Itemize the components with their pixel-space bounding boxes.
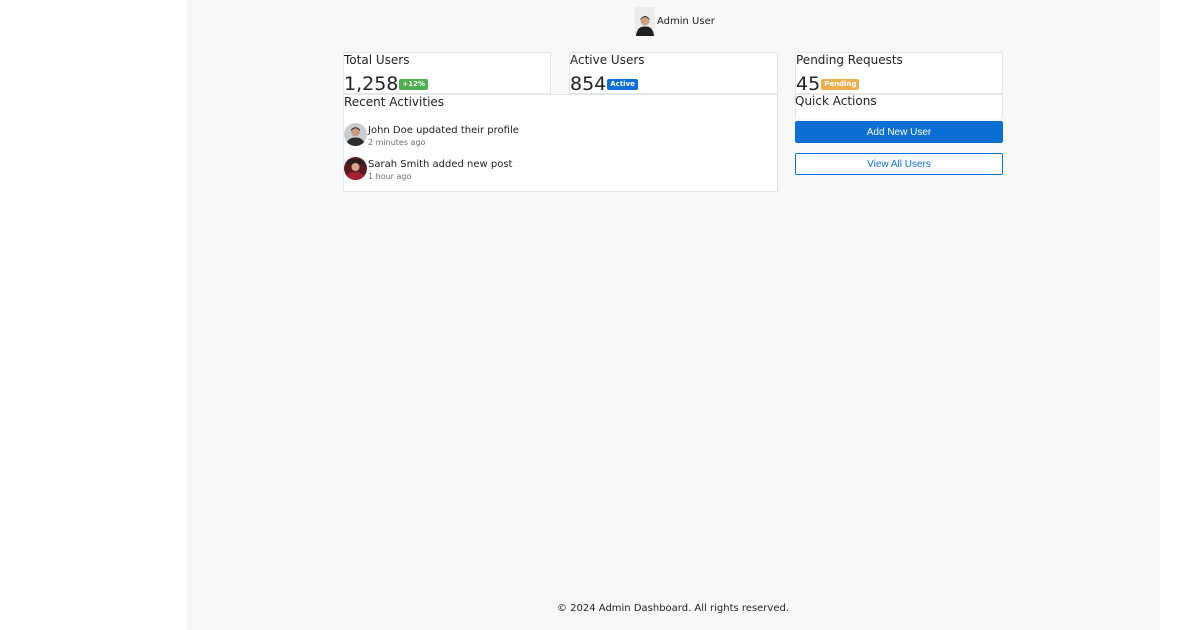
stat-value: 45: [796, 73, 821, 95]
section-title: Recent Activities: [344, 95, 445, 109]
user-avatar-icon: [344, 157, 367, 180]
list-item[interactable]: John Doe updated their profile 2 minutes…: [344, 123, 519, 149]
stat-title: Total Users: [344, 53, 410, 67]
stat-title: Active Users: [570, 53, 645, 67]
recent-activities-card: Recent Activities John Doe updated their…: [343, 94, 778, 192]
user-name: Admin User: [657, 15, 715, 27]
footer: © 2024 Admin Dashboard. All rights reser…: [556, 603, 790, 614]
activity-time: 2 minutes ago: [368, 138, 426, 147]
stat-card-active-users: Active Users 854 Active: [569, 52, 778, 94]
section-title: Quick Actions: [795, 94, 877, 108]
view-all-users-button[interactable]: View All Users: [795, 153, 1003, 175]
avatar: [344, 123, 367, 146]
add-new-user-button[interactable]: Add New User: [795, 121, 1003, 143]
right-gutter: [1160, 0, 1200, 630]
stat-card-pending-requests: Pending Requests 45 Pending: [795, 52, 1003, 94]
stat-row: 1,258 +12%: [344, 73, 429, 95]
stat-row: 854 Active: [570, 74, 638, 94]
user-avatar-icon: [344, 123, 367, 146]
stat-card-total-users: Total Users 1,258 +12%: [343, 52, 551, 94]
activity-text: John Doe updated their profile 2 minutes…: [368, 123, 519, 149]
status-badge: Active: [607, 79, 638, 90]
user-avatar[interactable]: [635, 6, 655, 36]
avatar: [344, 157, 367, 180]
stat-value: 854: [570, 73, 607, 95]
stat-value: 1,258: [344, 73, 399, 95]
main-content: Admin User Total Users 1,258 +12% Active…: [186, 0, 1160, 630]
sidebar: [0, 0, 186, 630]
activity-description: John Doe updated their profile: [368, 125, 519, 136]
quick-actions-card: Quick Actions Add New User View All User…: [795, 94, 1003, 176]
activity-text: Sarah Smith added new post 1 hour ago: [368, 157, 512, 183]
stat-title: Pending Requests: [796, 53, 903, 67]
status-badge: Pending: [821, 79, 860, 90]
status-badge: +12%: [399, 79, 429, 90]
user-avatar-icon: [636, 15, 654, 36]
stat-row: 45 Pending: [796, 73, 860, 95]
user-menu[interactable]: Admin User: [635, 5, 715, 37]
activity-time: 1 hour ago: [368, 172, 412, 181]
activity-description: Sarah Smith added new post: [368, 159, 513, 170]
list-item[interactable]: Sarah Smith added new post 1 hour ago: [344, 157, 512, 183]
